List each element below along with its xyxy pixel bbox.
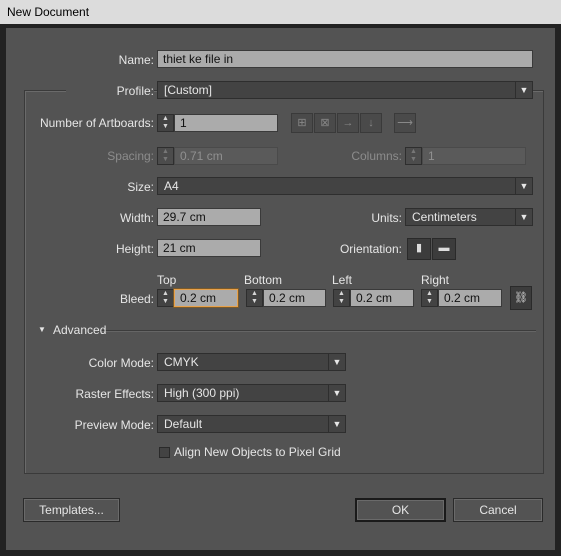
- artboards-label: Number of Artboards:: [39, 116, 154, 130]
- orientation-label: Orientation:: [339, 242, 402, 256]
- up-down-arrows-icon: ▲ ▼: [157, 147, 174, 165]
- bleed-left-label: Left: [332, 273, 353, 287]
- arrange-by-row-icon[interactable]: →: [337, 113, 359, 133]
- raster-effects-value: High (300 ppi): [164, 386, 240, 400]
- chevron-down-icon: ▼: [515, 82, 532, 98]
- raster-effects-label: Raster Effects:: [75, 387, 154, 401]
- chevron-down-icon: ▼: [515, 178, 532, 194]
- title-bar: New Document: [0, 0, 561, 24]
- window-title: New Document: [7, 5, 90, 19]
- width-label: Width:: [119, 211, 154, 225]
- color-mode-dropdown[interactable]: CMYK ▼: [157, 353, 346, 371]
- advanced-divider: [101, 330, 536, 332]
- grid-by-row-icon[interactable]: ⊞: [291, 113, 313, 133]
- size-dropdown[interactable]: A4 ▼: [157, 177, 533, 195]
- spacing-label: Spacing:: [107, 149, 154, 163]
- profile-dropdown[interactable]: [Custom] ▼: [157, 81, 533, 99]
- align-pixel-grid-label[interactable]: Align New Objects to Pixel Grid: [174, 445, 341, 459]
- bleed-right-label: Right: [421, 273, 450, 287]
- up-down-arrows-icon[interactable]: ▲ ▼: [157, 289, 174, 307]
- columns-label: Columns:: [351, 149, 402, 163]
- up-down-arrows-icon[interactable]: ▲ ▼: [246, 289, 263, 307]
- preview-mode-dropdown[interactable]: Default ▼: [157, 415, 346, 433]
- name-input[interactable]: thiet ke file in: [157, 50, 533, 68]
- new-document-dialog: Name: thiet ke file in Profile: [Custom]…: [6, 28, 555, 550]
- up-down-arrows-icon[interactable]: ▲ ▼: [333, 289, 350, 307]
- triangle-down-icon[interactable]: ▼: [38, 324, 46, 336]
- name-label: Name:: [118, 53, 154, 67]
- advanced-toggle-label[interactable]: Advanced: [53, 323, 106, 337]
- bleed-top-input[interactable]: 0.2 cm: [174, 289, 238, 307]
- grid-by-column-icon[interactable]: ⊠: [314, 113, 336, 133]
- cancel-button[interactable]: Cancel: [453, 498, 543, 522]
- size-value: A4: [164, 179, 179, 193]
- right-to-left-icon[interactable]: ⟶: [394, 113, 416, 133]
- align-pixel-grid-checkbox[interactable]: [159, 447, 170, 458]
- portrait-icon[interactable]: ▮: [407, 238, 431, 260]
- preview-mode-label: Preview Mode:: [74, 418, 154, 432]
- chevron-down-icon: ▼: [515, 209, 532, 225]
- bleed-bottom-input[interactable]: 0.2 cm: [263, 289, 326, 307]
- ok-button[interactable]: OK: [355, 498, 446, 522]
- units-value: Centimeters: [412, 210, 477, 224]
- chevron-down-icon: ▼: [328, 385, 345, 401]
- up-down-arrows-icon[interactable]: ▲ ▼: [421, 289, 438, 307]
- height-input[interactable]: 21 cm: [157, 239, 261, 257]
- color-mode-label: Color Mode:: [88, 356, 154, 370]
- height-label: Height:: [115, 242, 154, 256]
- chevron-down-icon: ▼: [328, 354, 345, 370]
- color-mode-value: CMYK: [164, 355, 199, 369]
- profile-value: [Custom]: [164, 83, 213, 97]
- artboards-input[interactable]: 1: [174, 114, 278, 132]
- chevron-down-icon: ▼: [328, 416, 345, 432]
- bleed-right-input[interactable]: 0.2 cm: [438, 289, 502, 307]
- bleed-bottom-label: Bottom: [244, 273, 283, 287]
- bleed-label: Bleed:: [119, 292, 154, 306]
- up-down-arrows-icon: ▲ ▼: [405, 147, 422, 165]
- up-down-arrows-icon[interactable]: ▲ ▼: [157, 114, 174, 132]
- templates-button[interactable]: Templates...: [23, 498, 120, 522]
- raster-effects-dropdown[interactable]: High (300 ppi) ▼: [157, 384, 346, 402]
- bleed-left-input[interactable]: 0.2 cm: [350, 289, 414, 307]
- units-label: Units:: [371, 211, 402, 225]
- landscape-icon[interactable]: ▬: [432, 238, 456, 260]
- spacing-input: 0.71 cm: [174, 147, 278, 165]
- preview-mode-value: Default: [164, 417, 203, 431]
- width-input[interactable]: 29.7 cm: [157, 208, 261, 226]
- size-label: Size:: [127, 180, 154, 194]
- profile-label: Profile:: [66, 84, 154, 98]
- units-dropdown[interactable]: Centimeters ▼: [405, 208, 533, 226]
- bleed-top-label: Top: [157, 273, 177, 287]
- link-icon[interactable]: ⛓: [510, 286, 532, 310]
- arrange-by-column-icon[interactable]: ↓: [360, 113, 382, 133]
- columns-input: 1: [422, 147, 526, 165]
